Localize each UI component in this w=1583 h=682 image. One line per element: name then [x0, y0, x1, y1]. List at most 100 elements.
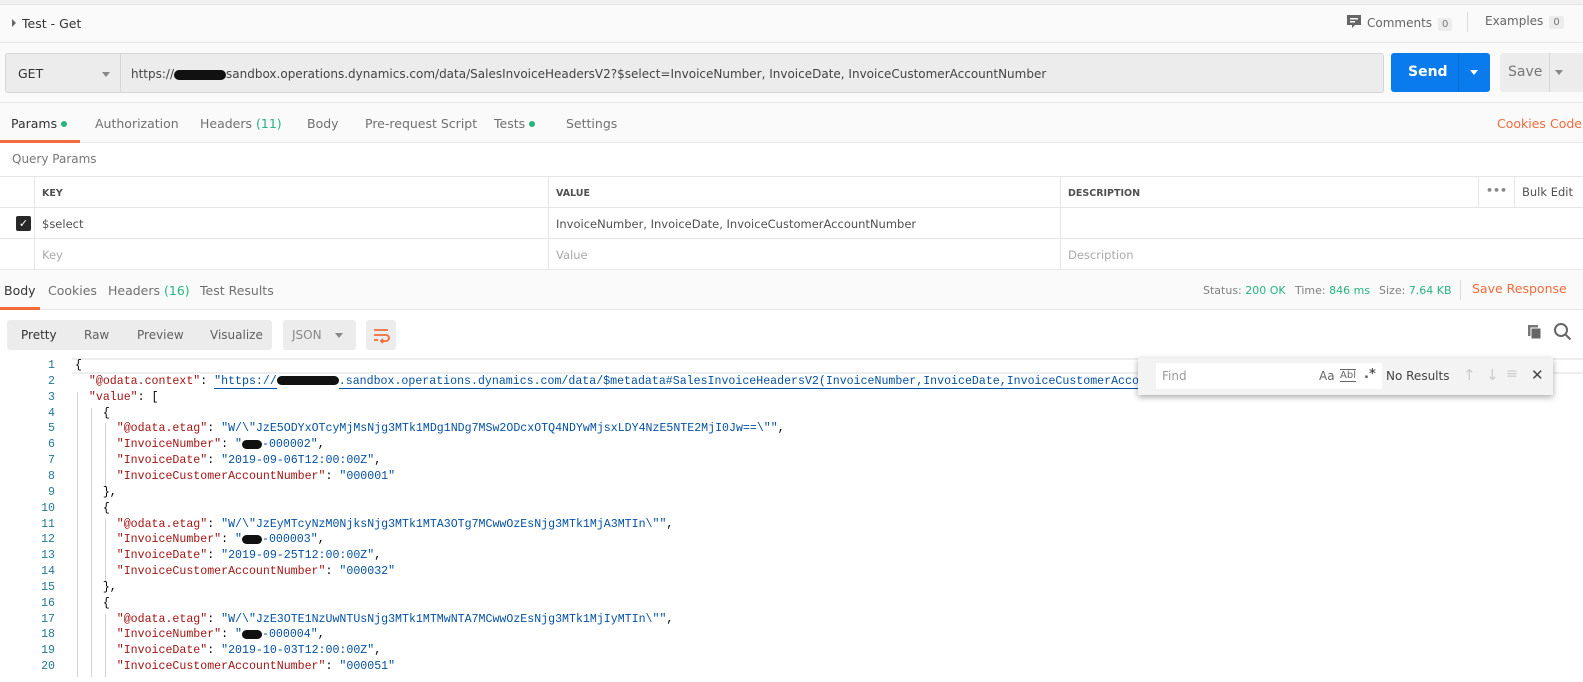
json-string: "	[235, 628, 243, 642]
json-string: "2019-09-25T12:00:00Z"	[221, 549, 375, 563]
headers-count: (11)	[256, 116, 282, 131]
json-punctuation: {	[75, 359, 82, 372]
save-button[interactable]: Save	[1500, 53, 1583, 92]
tab-tests[interactable]: Tests	[494, 116, 536, 131]
json-key: "InvoiceDate"	[116, 454, 208, 468]
url-input[interactable]: https:// sandbox.operations.dynamics.com/…	[121, 53, 1384, 93]
code-line: "InvoiceDate": "2019-09-06T12:00:00Z",	[75, 454, 381, 467]
line-number: 7	[48, 454, 55, 468]
preview-button[interactable]: Preview	[137, 328, 184, 342]
request-name[interactable]: Test - Get	[12, 16, 81, 31]
method-select[interactable]: GET	[5, 53, 121, 93]
line-number: 12	[41, 533, 55, 547]
tab-pre-request-script[interactable]: Pre-request Script	[365, 116, 477, 131]
tab-label: Tests	[494, 116, 526, 131]
tab-test-results[interactable]: Test Results	[200, 283, 274, 298]
view-mode-selector: Pretty Raw Preview Visualize	[7, 320, 272, 350]
time-value: 846 ms	[1329, 284, 1371, 297]
new-description-input[interactable]: Description	[1060, 239, 1583, 269]
save-response-button[interactable]: Save Response	[1472, 281, 1567, 296]
send-button[interactable]: Send	[1391, 53, 1490, 92]
expand-caret-icon	[12, 19, 16, 27]
line-number: 8	[48, 469, 55, 483]
json-punctuation: {	[75, 596, 110, 610]
line-number: 2	[48, 374, 55, 388]
code-line: "@odata.etag": "W/\"JzE3OTE1NzUwNTUsNjg3…	[75, 613, 674, 626]
code-link[interactable]: Code	[1550, 116, 1583, 131]
json-key: "InvoiceNumber"	[116, 533, 222, 547]
previous-match-icon[interactable]: ↑	[1463, 366, 1476, 384]
code-line: {	[75, 359, 82, 372]
bulk-edit-link[interactable]: Bulk Edit	[1514, 177, 1583, 207]
code-line: {	[75, 502, 110, 515]
json-key: "@odata.etag"	[116, 422, 208, 436]
column-value: VALUE	[548, 177, 1060, 207]
divider	[1549, 53, 1550, 92]
json-string[interactable]: .sandbox.operations.dynamics.com/data/$m…	[338, 374, 1202, 389]
tab-response-headers[interactable]: Headers (16)	[108, 283, 190, 298]
pretty-button[interactable]: Pretty	[21, 328, 57, 342]
url-prefix: https://	[131, 67, 175, 81]
time-label: Time:	[1295, 284, 1326, 297]
response-body-editor[interactable]: 1 {2 "@odata.context": "https:// .sandbox.…	[0, 358, 1583, 682]
code-line: "InvoiceDate": "2019-09-25T12:00:00Z",	[75, 549, 381, 562]
new-key-input[interactable]: Key	[34, 239, 548, 269]
json-string: -000002"	[262, 438, 318, 452]
wrap-icon	[374, 329, 390, 344]
visualize-button[interactable]: Visualize	[210, 328, 263, 342]
param-checkbox[interactable]: ✓	[16, 216, 31, 231]
tab-authorization[interactable]: Authorization	[95, 116, 179, 131]
raw-button[interactable]: Raw	[84, 328, 109, 342]
time-info: Time: 846 ms	[1295, 284, 1370, 297]
param-description[interactable]	[1060, 208, 1583, 238]
request-name-text: Test - Get	[22, 16, 82, 31]
tab-response-body[interactable]: Body	[4, 283, 36, 298]
regex-toggle[interactable]: .*	[1364, 367, 1376, 382]
copy-icon[interactable]	[1527, 324, 1543, 340]
comments-count: 0	[1438, 18, 1453, 31]
tab-params[interactable]: Params	[11, 116, 68, 131]
comments-button[interactable]: Comments 0	[1346, 14, 1453, 31]
search-icon[interactable]	[1553, 322, 1573, 342]
close-icon[interactable]: ✕	[1531, 366, 1544, 384]
line-number: 3	[48, 390, 55, 404]
match-case-toggle[interactable]: Aa	[1319, 369, 1335, 383]
next-match-icon[interactable]: ↓	[1486, 366, 1499, 384]
json-punctuation: ,	[777, 422, 785, 436]
param-key[interactable]: $select	[34, 208, 548, 238]
code-line: "InvoiceNumber": " -000002",	[75, 438, 325, 451]
param-value[interactable]: InvoiceNumber, InvoiceDate, InvoiceCusto…	[548, 208, 1060, 238]
line-number: 17	[41, 612, 55, 626]
table-row-new: Key Value Description	[0, 239, 1583, 270]
json-string: "2019-09-06T12:00:00Z"	[221, 454, 375, 468]
tab-label: Headers	[108, 283, 161, 298]
more-options-button[interactable]: •••	[1478, 177, 1514, 207]
code-line: "InvoiceNumber": " -000003",	[75, 533, 325, 546]
json-punctuation: },	[75, 485, 117, 499]
examples-button[interactable]: Examples 0	[1485, 14, 1564, 29]
response-tabs: Body Cookies Headers (16) Test Results S…	[0, 270, 1583, 310]
line-number: 10	[41, 501, 55, 515]
save-options-icon[interactable]	[1555, 70, 1563, 75]
tab-response-cookies[interactable]: Cookies	[48, 283, 97, 298]
code-line: "value": [	[75, 391, 159, 404]
tab-headers[interactable]: Headers (11)	[200, 116, 282, 131]
tab-body[interactable]: Body	[307, 116, 339, 131]
size-info: Size: 7.64 KB	[1379, 284, 1452, 297]
wrap-lines-button[interactable]	[366, 320, 396, 350]
json-punctuation: {	[75, 406, 110, 420]
tab-settings[interactable]: Settings	[566, 116, 617, 131]
find-in-selection-icon[interactable]: ≡	[1506, 366, 1518, 382]
json-string[interactable]: "https://	[214, 374, 277, 389]
send-options-icon[interactable]	[1470, 70, 1478, 75]
line-number: 4	[48, 406, 55, 420]
table-header: KEY VALUE DESCRIPTION ••• Bulk Edit	[0, 177, 1583, 208]
line-number: 1	[48, 359, 55, 372]
headers-count: (16)	[164, 283, 190, 298]
json-punctuation: :	[325, 565, 340, 579]
cookies-link[interactable]: Cookies	[1497, 116, 1546, 131]
whole-word-toggle[interactable]: Abl	[1340, 369, 1356, 382]
format-select[interactable]: JSON	[283, 320, 356, 350]
code-line: {	[75, 597, 110, 610]
new-value-input[interactable]: Value	[548, 239, 1060, 269]
